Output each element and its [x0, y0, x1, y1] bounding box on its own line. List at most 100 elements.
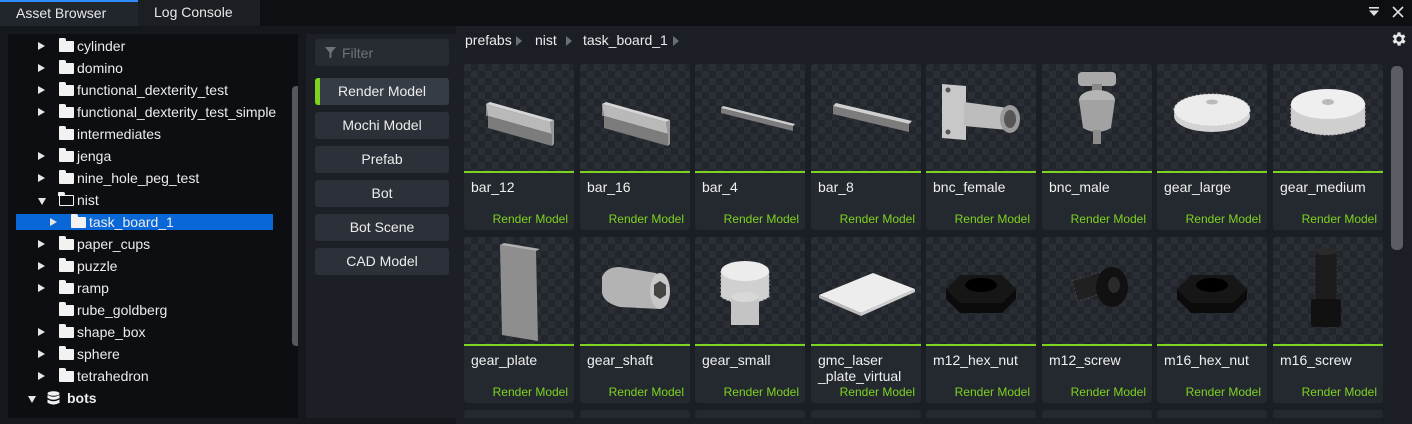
tree-item-paper-cups[interactable]: paper_cups — [8, 235, 298, 255]
gear-icon[interactable] — [1390, 30, 1408, 48]
collapsed-arrow-icon[interactable] — [50, 218, 57, 226]
collapsed-arrow-icon[interactable] — [38, 372, 45, 380]
asset-card-partial[interactable] — [811, 410, 921, 418]
asset-card-bar-4[interactable]: bar_4 Render Model — [695, 64, 805, 230]
asset-card-bnc-male[interactable]: bnc_male Render Model — [1042, 64, 1152, 230]
asset-card-m16-screw[interactable]: m16_screw Render Model — [1273, 237, 1383, 403]
asset-name: bnc_male — [1049, 179, 1110, 195]
breadcrumb-chevron-icon[interactable] — [566, 36, 572, 46]
asset-card-gear-plate[interactable]: gear_plate Render Model — [464, 237, 574, 403]
breadcrumb-item[interactable]: nist — [535, 32, 557, 48]
asset-card-m16-hex-nut[interactable]: m16_hex_nut Render Model — [1157, 237, 1267, 403]
collapsed-arrow-icon[interactable] — [38, 152, 45, 160]
asset-card-m12-screw[interactable]: m12_screw Render Model — [1042, 237, 1152, 403]
collapsed-arrow-icon[interactable] — [38, 86, 45, 94]
tree-item-jenga[interactable]: jenga — [8, 147, 298, 167]
asset-type-underline — [1042, 171, 1152, 173]
tree-item-label: rube_goldberg — [77, 302, 168, 318]
tree-item-nine-hole-peg-test[interactable]: nine_hole_peg_test — [8, 169, 298, 189]
tree-item-nist[interactable]: nist — [8, 191, 298, 211]
type-filter-bot-scene-button[interactable]: Bot Scene — [315, 214, 449, 241]
tree-item-rube-goldberg[interactable]: rube_goldberg — [8, 301, 298, 321]
tree-item-puzzle[interactable]: puzzle — [8, 257, 298, 277]
folder-icon — [59, 148, 74, 162]
asset-card-partial[interactable] — [1042, 410, 1152, 418]
bnc-male-model-icon — [1078, 72, 1116, 144]
tree-scrollbar[interactable] — [292, 86, 298, 346]
tab-log-console[interactable]: Log Console — [138, 0, 260, 26]
asset-type-label: Render Model — [723, 212, 799, 226]
asset-thumbnail — [464, 64, 574, 172]
folder-icon — [59, 38, 74, 52]
type-filter-bot-button[interactable]: Bot — [315, 180, 449, 207]
dropdown-menu-icon[interactable] — [1366, 4, 1382, 20]
asset-card-bar-16[interactable]: bar_16 Render Model — [580, 64, 690, 230]
type-filter-prefab-button[interactable]: Prefab — [315, 146, 449, 173]
collapsed-arrow-icon[interactable] — [38, 64, 45, 72]
tree-item-bots[interactable]: bots — [8, 389, 298, 409]
collapsed-arrow-icon[interactable] — [38, 42, 45, 50]
collapsed-arrow-icon[interactable] — [38, 328, 45, 336]
asset-type-underline — [811, 344, 921, 346]
type-filter-cad-model-button[interactable]: CAD Model — [315, 248, 449, 275]
asset-type-label: Render Model — [492, 212, 568, 226]
asset-type-underline — [1273, 171, 1383, 173]
breadcrumb-chevron-icon[interactable] — [516, 36, 522, 46]
expanded-arrow-icon[interactable] — [38, 198, 46, 205]
collapsed-arrow-icon[interactable] — [38, 284, 45, 292]
grid-scrollbar[interactable] — [1391, 66, 1403, 250]
collapsed-arrow-icon[interactable] — [38, 108, 45, 116]
expanded-arrow-icon[interactable] — [28, 396, 36, 403]
tree-item-sphere[interactable]: sphere — [8, 345, 298, 365]
asset-name: gear_small — [702, 352, 771, 368]
asset-thumbnail — [1273, 237, 1383, 345]
tree-item-ramp[interactable]: ramp — [8, 279, 298, 299]
asset-card-partial[interactable] — [1157, 410, 1267, 418]
tree-item-task-board-1[interactable]: task_board_1 — [8, 213, 298, 233]
asset-type-underline — [1157, 344, 1267, 346]
collapsed-arrow-icon[interactable] — [38, 240, 45, 248]
asset-card-gear-medium[interactable]: gear_medium Render Model — [1273, 64, 1383, 230]
collapsed-arrow-icon[interactable] — [38, 174, 45, 182]
asset-card-bnc-female[interactable]: bnc_female Render Model — [926, 64, 1036, 230]
asset-card-partial[interactable] — [464, 410, 574, 418]
tree-item-cylinder[interactable]: cylinder — [8, 37, 298, 57]
asset-card-m12-hex-nut[interactable]: m12_hex_nut Render Model — [926, 237, 1036, 403]
asset-card-gear-small[interactable]: gear_small Render Model — [695, 237, 805, 403]
asset-card-gear-shaft[interactable]: gear_shaft Render Model — [580, 237, 690, 403]
asset-name-line: _plate_virtual — [818, 368, 902, 384]
asset-type-underline — [1273, 344, 1383, 346]
asset-card-bar-12[interactable]: bar_12 Render Model — [464, 64, 574, 230]
type-filter-render-model-button[interactable]: Render Model — [315, 78, 449, 105]
asset-card-partial[interactable] — [695, 410, 805, 418]
asset-name: gear_plate — [471, 352, 538, 368]
asset-type-underline — [464, 171, 574, 173]
asset-thumbnail — [811, 237, 921, 345]
asset-name: bar_16 — [587, 179, 631, 195]
filter-input[interactable]: Filter — [315, 39, 449, 66]
asset-card-partial[interactable] — [1273, 410, 1383, 418]
breadcrumb-item[interactable]: prefabs — [465, 32, 512, 48]
collapsed-arrow-icon[interactable] — [38, 262, 45, 270]
asset-tree[interactable]: cylinder domino functional_dexterity_test f… — [8, 34, 298, 418]
collapsed-arrow-icon[interactable] — [38, 350, 45, 358]
tree-item-tetrahedron[interactable]: tetrahedron — [8, 367, 298, 387]
asset-card-gmc-laser-plate-virtual[interactable]: gmc_laser _plate_virtual Render Model — [811, 237, 921, 403]
asset-card-gear-large[interactable]: gear_large Render Model — [1157, 64, 1267, 230]
asset-card-partial[interactable] — [580, 410, 690, 418]
tree-item-functional-dexterity-test[interactable]: functional_dexterity_test — [8, 81, 298, 101]
folder-icon — [59, 126, 74, 140]
tree-item-functional-dexterity-test-simple[interactable]: functional_dexterity_test_simple — [8, 103, 298, 123]
asset-card-partial[interactable] — [926, 410, 1036, 418]
asset-name: bar_12 — [471, 179, 515, 195]
type-filter-mochi-model-button[interactable]: Mochi Model — [315, 112, 449, 139]
tree-item-shape-box[interactable]: shape_box — [8, 323, 298, 343]
breadcrumb-chevron-icon[interactable] — [673, 36, 679, 46]
asset-card-bar-8[interactable]: bar_8 Render Model — [811, 64, 921, 230]
close-icon[interactable] — [1390, 4, 1406, 20]
tree-item-domino[interactable]: domino — [8, 59, 298, 79]
breadcrumb-item[interactable]: task_board_1 — [583, 32, 668, 48]
folder-open-icon — [58, 192, 74, 206]
tree-item-intermediates[interactable]: intermediates — [8, 125, 298, 145]
tab-asset-browser[interactable]: Asset Browser — [0, 0, 138, 26]
